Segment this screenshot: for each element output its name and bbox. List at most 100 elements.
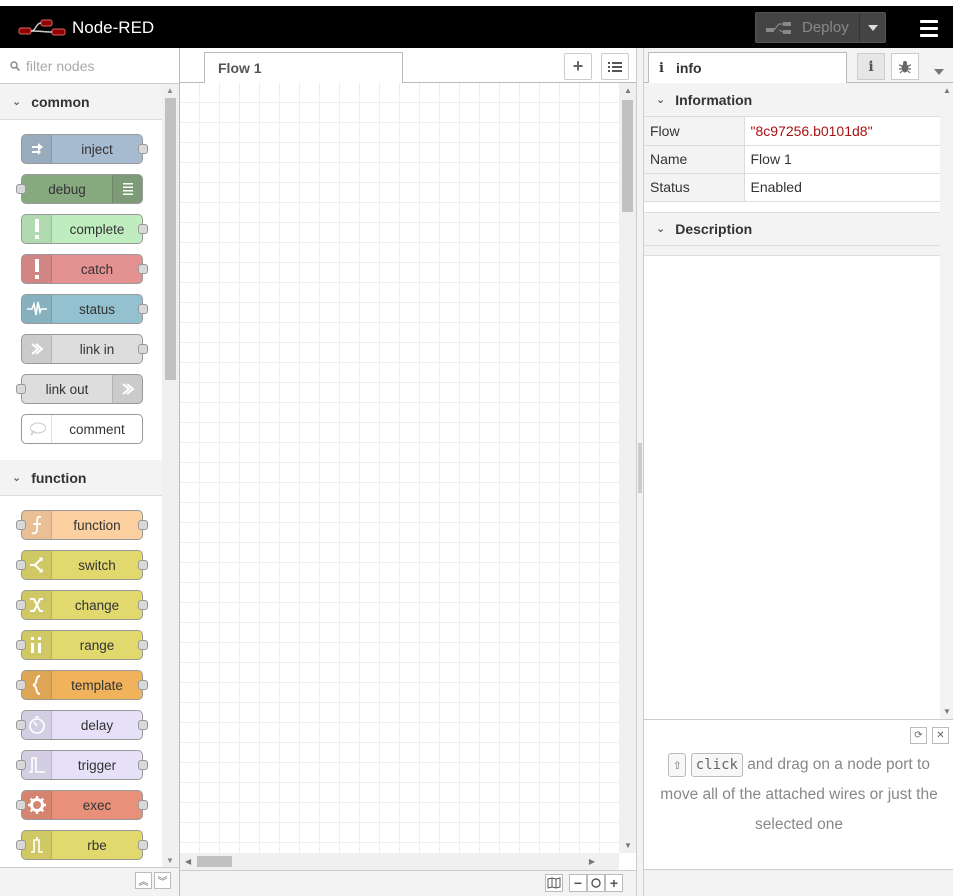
input-port[interactable] — [16, 384, 26, 394]
splitter-grip[interactable] — [638, 443, 642, 493]
navigator-button[interactable] — [545, 874, 563, 892]
debug-tab-button[interactable] — [891, 53, 919, 80]
output-port[interactable] — [138, 760, 148, 770]
tab-info[interactable]: i info — [648, 52, 847, 84]
output-port[interactable] — [138, 144, 148, 154]
zoom-in-button[interactable]: + — [605, 874, 623, 892]
close-icon: ✕ — [936, 730, 945, 741]
braces-icon — [22, 671, 52, 699]
sidebar-scrollbar[interactable]: ▲ ▼ — [940, 83, 953, 719]
palette-category-function[interactable]: ⌄ function — [0, 460, 162, 496]
palette-node-inject[interactable]: inject — [21, 134, 148, 164]
category-label: common — [31, 93, 90, 110]
info-value: Flow 1 — [744, 145, 940, 174]
palette-node-rbe[interactable]: rbe — [16, 830, 148, 860]
scroll-down-arrow-icon[interactable]: ▼ — [943, 707, 951, 716]
collapse-all-button[interactable]: ︽ — [135, 872, 152, 889]
close-tips-button[interactable]: ✕ — [932, 727, 949, 744]
palette-node-range[interactable]: range — [16, 630, 148, 660]
output-port[interactable] — [138, 304, 148, 314]
input-port[interactable] — [16, 720, 26, 730]
scroll-left-arrow-icon[interactable]: ◀ — [185, 857, 191, 866]
input-port[interactable] — [16, 184, 26, 194]
scroll-down-arrow-icon[interactable]: ▼ — [166, 856, 174, 865]
input-port[interactable] — [16, 840, 26, 850]
palette-node-delay[interactable]: delay — [16, 710, 148, 740]
palette-scrollbar[interactable]: ▲ ▼ — [162, 84, 179, 867]
trigger-icon — [22, 751, 52, 779]
canvas-horizontal-scrollbar[interactable]: ◀ ▶ — [180, 853, 619, 870]
scroll-up-arrow-icon[interactable]: ▲ — [624, 86, 632, 95]
palette-search-input[interactable] — [26, 57, 176, 74]
canvas-vscroll-thumb[interactable] — [622, 100, 633, 212]
info-tab-button[interactable]: i — [857, 53, 885, 80]
palette-node-switch[interactable]: switch — [16, 550, 148, 580]
sidebar-tab-menu-button[interactable] — [934, 62, 944, 78]
hamburger-icon — [920, 19, 938, 23]
description-section-header[interactable]: ⌄ Description — [644, 211, 940, 246]
input-port[interactable] — [16, 640, 26, 650]
info-icon: i — [659, 60, 664, 76]
zoom-reset-button[interactable] — [587, 874, 605, 892]
palette-node-template[interactable]: template — [16, 670, 148, 700]
palette-node-change[interactable]: change — [16, 590, 148, 620]
palette-scroll-thumb[interactable] — [165, 98, 176, 380]
palette-node-catch[interactable]: catch — [21, 254, 148, 284]
output-port[interactable] — [138, 344, 148, 354]
input-port[interactable] — [16, 760, 26, 770]
deploy-dropdown-button[interactable] — [859, 13, 885, 42]
output-port[interactable] — [138, 680, 148, 690]
palette-node-complete[interactable]: complete — [21, 214, 148, 244]
input-port[interactable] — [16, 520, 26, 530]
palette-node-link-out[interactable]: link out — [16, 374, 143, 404]
sidebar-splitter[interactable] — [636, 48, 644, 896]
scroll-up-arrow-icon[interactable]: ▲ — [166, 86, 174, 95]
refresh-icon: ⟳ — [914, 730, 923, 741]
list-flows-button[interactable] — [601, 53, 629, 80]
zoom-out-button[interactable]: − — [569, 874, 587, 892]
tab-flow-1[interactable]: Flow 1 — [204, 52, 403, 84]
palette-category-common[interactable]: ⌄ common — [0, 84, 162, 120]
scroll-down-arrow-icon[interactable]: ▼ — [624, 841, 632, 850]
add-flow-button[interactable]: + — [564, 53, 592, 80]
tab-label: info — [675, 60, 702, 76]
flow-canvas[interactable] — [180, 83, 619, 853]
expand-all-button[interactable]: ︾ — [154, 872, 171, 889]
deploy-main-button[interactable]: Deploy — [756, 13, 859, 42]
deploy-button[interactable]: Deploy — [755, 12, 886, 43]
output-port[interactable] — [138, 520, 148, 530]
main-menu-button[interactable] — [915, 14, 943, 42]
palette-node-link-in[interactable]: link in — [21, 334, 148, 364]
palette-node-function[interactable]: function — [16, 510, 148, 540]
palette-node-label: rbe — [87, 837, 107, 853]
output-port[interactable] — [138, 264, 148, 274]
next-tip-button[interactable]: ⟳ — [910, 727, 927, 744]
deploy-icon — [766, 21, 791, 34]
output-port[interactable] — [138, 600, 148, 610]
palette-node-exec[interactable]: exec — [16, 790, 148, 820]
input-port[interactable] — [16, 680, 26, 690]
scroll-right-arrow-icon[interactable]: ▶ — [589, 857, 595, 866]
function-icon — [22, 511, 52, 539]
output-port[interactable] — [138, 560, 148, 570]
input-port[interactable] — [16, 800, 26, 810]
palette-node-comment[interactable]: comment — [21, 414, 143, 444]
output-port[interactable] — [138, 840, 148, 850]
info-value[interactable]: "8c97256.b0101d8" — [744, 117, 940, 146]
input-port[interactable] — [16, 560, 26, 570]
output-port[interactable] — [138, 640, 148, 650]
output-port[interactable] — [138, 720, 148, 730]
palette-node-label: trigger — [77, 757, 117, 773]
output-port[interactable] — [138, 800, 148, 810]
output-port[interactable] — [138, 224, 148, 234]
canvas-hscroll-thumb[interactable] — [197, 856, 232, 867]
shift-key: ⇧ — [668, 753, 687, 777]
information-section-header[interactable]: ⌄ Information — [644, 83, 940, 117]
canvas-vertical-scrollbar[interactable]: ▲ ▼ — [619, 83, 636, 853]
input-port[interactable] — [16, 600, 26, 610]
scroll-up-arrow-icon[interactable]: ▲ — [943, 86, 951, 95]
palette-node-trigger[interactable]: trigger — [16, 750, 148, 780]
arrow-right-icon — [22, 135, 52, 163]
palette-node-debug[interactable]: debug — [16, 174, 143, 204]
palette-node-status[interactable]: status — [21, 294, 148, 324]
